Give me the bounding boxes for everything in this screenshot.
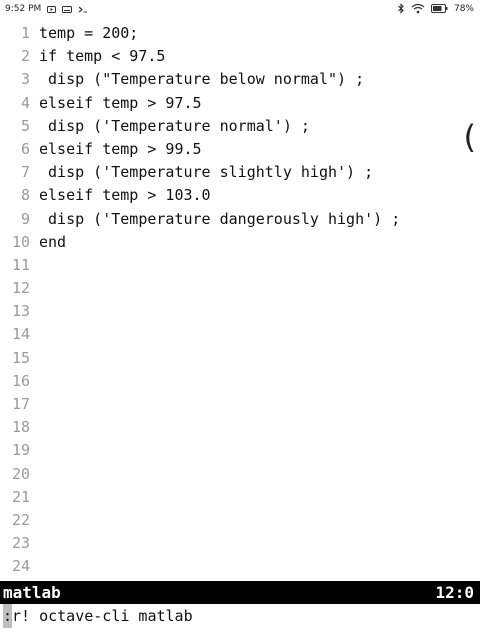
line-number: 1	[20, 24, 30, 42]
editor-line[interactable]: 15	[0, 347, 480, 370]
line-code-text: elseif temp > 99.5	[39, 139, 202, 158]
line-number: 6	[20, 139, 30, 158]
line-number: 11	[11, 255, 30, 274]
line-number: 12	[11, 279, 30, 298]
editor-line[interactable]: 18	[0, 416, 480, 439]
line-number: 22	[11, 510, 30, 529]
line-number: 16	[11, 371, 30, 390]
editor-line[interactable]: 12	[0, 277, 480, 300]
line-code-text: disp ('Temperature normal') ;	[39, 116, 310, 135]
media-icon	[47, 5, 57, 13]
editor-line[interactable]: 7 disp ('Temperature slightly high') ;	[0, 161, 480, 184]
editor-line[interactable]: 13	[0, 300, 480, 323]
vim-command-line[interactable]: :r! octave-cli matlab	[0, 604, 480, 628]
editor-line[interactable]: 19	[0, 439, 480, 462]
line-number: 23	[11, 534, 30, 553]
line-number: 15	[11, 348, 30, 367]
android-status-bar: 9:52 PM 78%	[0, 0, 480, 18]
editor-line[interactable]: 10 end	[0, 231, 480, 254]
editor-line[interactable]: 2 if temp < 97.5	[0, 45, 480, 68]
editor-line[interactable]: 22	[0, 509, 480, 532]
line-code-text: disp ('Temperature slightly high') ;	[39, 163, 374, 182]
clock-time: 9:52 PM	[5, 4, 42, 14]
line-number: 5	[20, 116, 30, 135]
line-number: 7	[20, 163, 30, 182]
line-number: 18	[11, 418, 30, 437]
edge-paren-mark: (	[463, 118, 476, 156]
editor-line[interactable]: 20	[0, 463, 480, 486]
line-code-text: disp ('Temperature dangerously high') ;	[39, 209, 401, 228]
editor-line[interactable]: 8 elseif temp > 103.0	[0, 184, 480, 207]
cmdline-cursor: :	[3, 604, 12, 628]
line-number: 20	[11, 464, 30, 483]
statusline-filename: matlab	[3, 583, 61, 602]
line-number: 4	[20, 93, 30, 112]
line-number: 9	[20, 209, 30, 228]
terminal-prompt-icon	[78, 6, 88, 13]
line-number: 2	[20, 47, 30, 66]
editor-line[interactable]: 24	[0, 555, 480, 578]
editor-line[interactable]: 6 elseif temp > 99.5	[0, 138, 480, 161]
wifi-icon	[411, 3, 425, 14]
line-number: 10	[11, 232, 30, 251]
status-right-group: 78%	[397, 3, 474, 14]
line-number: 24	[11, 557, 30, 576]
line-number: 3	[20, 70, 30, 89]
editor-line[interactable]: 9 disp ('Temperature dangerously high') …	[0, 208, 480, 231]
battery-icon	[430, 4, 448, 13]
editor-line[interactable]: 1 temp = 200;	[0, 22, 480, 45]
editor-line[interactable]: 3 disp ("Temperature below normal") ;	[0, 68, 480, 91]
line-code-text: temp = 200;	[39, 24, 139, 42]
bluetooth-icon	[397, 3, 405, 14]
line-number: 17	[11, 395, 30, 413]
line-code-text: elseif temp > 97.5	[39, 93, 202, 112]
battery-percent: 78%	[453, 3, 474, 14]
line-code-text: if temp < 97.5	[39, 47, 166, 66]
line-code-text: elseif temp > 103.0	[39, 186, 211, 205]
line-code-text: end	[39, 232, 67, 251]
line-number: 21	[11, 487, 30, 506]
line-code-text: disp ("Temperature below normal") ;	[39, 70, 365, 89]
editor-line[interactable]: 23	[0, 532, 480, 555]
line-number: 13	[11, 302, 30, 321]
editor-line[interactable]: 5 disp ('Temperature normal') ;	[0, 115, 480, 138]
line-number: 8	[20, 186, 30, 205]
cmdline-command-text: r! octave-cli matlab	[12, 607, 193, 625]
statusline-cursor-position: 12:0	[435, 583, 474, 602]
status-left-group: 9:52 PM	[5, 4, 88, 14]
editor-line[interactable]: 14	[0, 323, 480, 346]
vim-editor-buffer[interactable]: 1 temp = 200; 2 if temp < 97.5 3 disp ("Temp…	[0, 22, 480, 579]
vim-statusline: matlab 12:0	[0, 581, 480, 604]
keyboard-icon	[62, 5, 73, 13]
editor-line[interactable]: 16	[0, 370, 480, 393]
editor-line[interactable]: 11	[0, 254, 480, 277]
line-number: 19	[11, 441, 30, 460]
line-number: 14	[11, 325, 30, 344]
editor-line[interactable]: 4 elseif temp > 97.5	[0, 92, 480, 115]
editor-line[interactable]: 17	[0, 393, 480, 416]
editor-line[interactable]: 21	[0, 486, 480, 509]
